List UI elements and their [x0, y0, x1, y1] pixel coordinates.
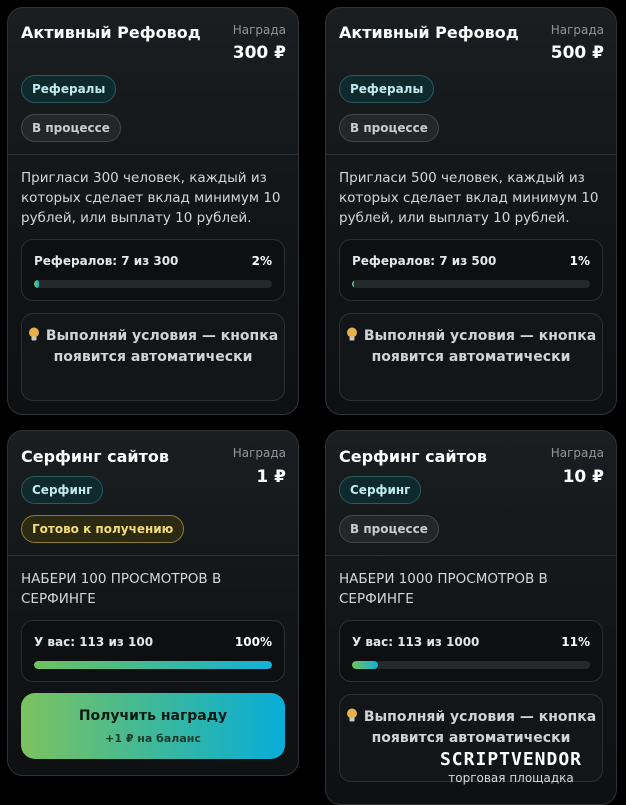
- progress-panel: Рефералов: 7 из 300 2%: [21, 239, 285, 301]
- task-card-active-referrer-300: Активный Рефовод Награда 300 ₽ Рефералы …: [7, 7, 299, 415]
- progress-label: У вас: 113 из 100: [34, 635, 154, 649]
- task-card-active-referrer-500: Активный Рефовод Награда 500 ₽ Рефералы …: [325, 7, 617, 415]
- status-badge: В процессе: [339, 114, 439, 142]
- card-title: Активный Рефовод: [339, 23, 519, 42]
- progress-panel: У вас: 113 из 100 100%: [21, 620, 285, 682]
- task-description: Пригласи 500 человек, каждый из которых …: [339, 170, 599, 226]
- lightbulb-icon: [346, 326, 358, 347]
- progress-label: У вас: 113 из 1000: [352, 635, 480, 649]
- progress-track: [34, 661, 272, 669]
- lightbulb-icon: [346, 707, 358, 728]
- watermark-title: SCRIPTVENDOR: [439, 749, 583, 770]
- progress-track: [352, 661, 590, 669]
- claim-button-subtext: +1 ₽ на баланс: [105, 732, 201, 745]
- category-badge: Рефералы: [339, 75, 435, 103]
- reward-value: 10 ₽: [562, 467, 604, 487]
- progress-fill: [34, 661, 272, 669]
- category-badge: Рефералы: [21, 75, 117, 103]
- hint-text: Выполняй условия — кнопка появится автом…: [363, 709, 597, 746]
- divider: [8, 154, 298, 155]
- claim-button-label: Получить награду: [78, 708, 228, 724]
- hint-text: Выполняй условия — кнопка появится автом…: [363, 328, 597, 365]
- progress-percent: 1%: [569, 254, 590, 268]
- category-badge: Серфинг: [339, 476, 422, 504]
- task-description: Пригласи 300 человек, каждый из которых …: [21, 170, 281, 226]
- progress-track: [34, 280, 272, 288]
- category-badge: Серфинг: [21, 476, 104, 504]
- watermark-subtitle: торговая площадка: [448, 771, 574, 785]
- claim-reward-button[interactable]: Получить награду +1 ₽ на баланс: [21, 693, 285, 759]
- card-title: Активный Рефовод: [21, 23, 201, 42]
- divider: [8, 555, 298, 556]
- progress-panel: У вас: 113 из 1000 11%: [339, 620, 603, 682]
- progress-label: Рефералов: 7 из 300: [34, 254, 179, 268]
- reward-label: Награда: [232, 446, 286, 460]
- lightbulb-icon: [28, 326, 40, 347]
- reward-label: Награда: [232, 23, 286, 37]
- auto-button-hint: Выполняй условия — кнопка появится автом…: [21, 313, 285, 401]
- progress-panel: Рефералов: 7 из 500 1%: [339, 239, 603, 301]
- status-badge: В процессе: [21, 114, 121, 142]
- card-title: Серфинг сайтов: [339, 447, 487, 466]
- progress-fill: [352, 661, 379, 669]
- reward-label: Награда: [550, 446, 604, 460]
- scriptvendor-watermark: SCRIPTVENDOR торговая площадка: [406, 750, 616, 786]
- reward-label: Награда: [550, 23, 604, 37]
- progress-fill: [352, 280, 355, 288]
- task-card-surfing-100: Серфинг сайтов Награда 1 ₽ Серфинг Готов…: [7, 430, 299, 776]
- reward-value: 1 ₽: [256, 467, 286, 487]
- progress-fill: [34, 280, 39, 288]
- progress-percent: 100%: [234, 635, 272, 649]
- divider: [326, 555, 616, 556]
- divider: [326, 154, 616, 155]
- hint-text: Выполняй условия — кнопка появится автом…: [45, 328, 279, 365]
- card-title: Серфинг сайтов: [21, 447, 169, 466]
- auto-button-hint: Выполняй условия — кнопка появится автом…: [339, 313, 603, 401]
- reward-value: 300 ₽: [232, 43, 286, 63]
- task-description: НАБЕРИ 1000 ПРОСМОТРОВ В СЕРФИНГЕ: [339, 571, 548, 607]
- progress-percent: 2%: [251, 254, 272, 268]
- status-badge: В процессе: [339, 515, 439, 543]
- progress-track: [352, 280, 590, 288]
- progress-label: Рефералов: 7 из 500: [352, 254, 497, 268]
- status-badge: Готово к получению: [21, 515, 185, 543]
- progress-percent: 11%: [561, 635, 590, 649]
- reward-value: 500 ₽: [550, 43, 604, 63]
- task-description: НАБЕРИ 100 ПРОСМОТРОВ В СЕРФИНГЕ: [21, 571, 222, 607]
